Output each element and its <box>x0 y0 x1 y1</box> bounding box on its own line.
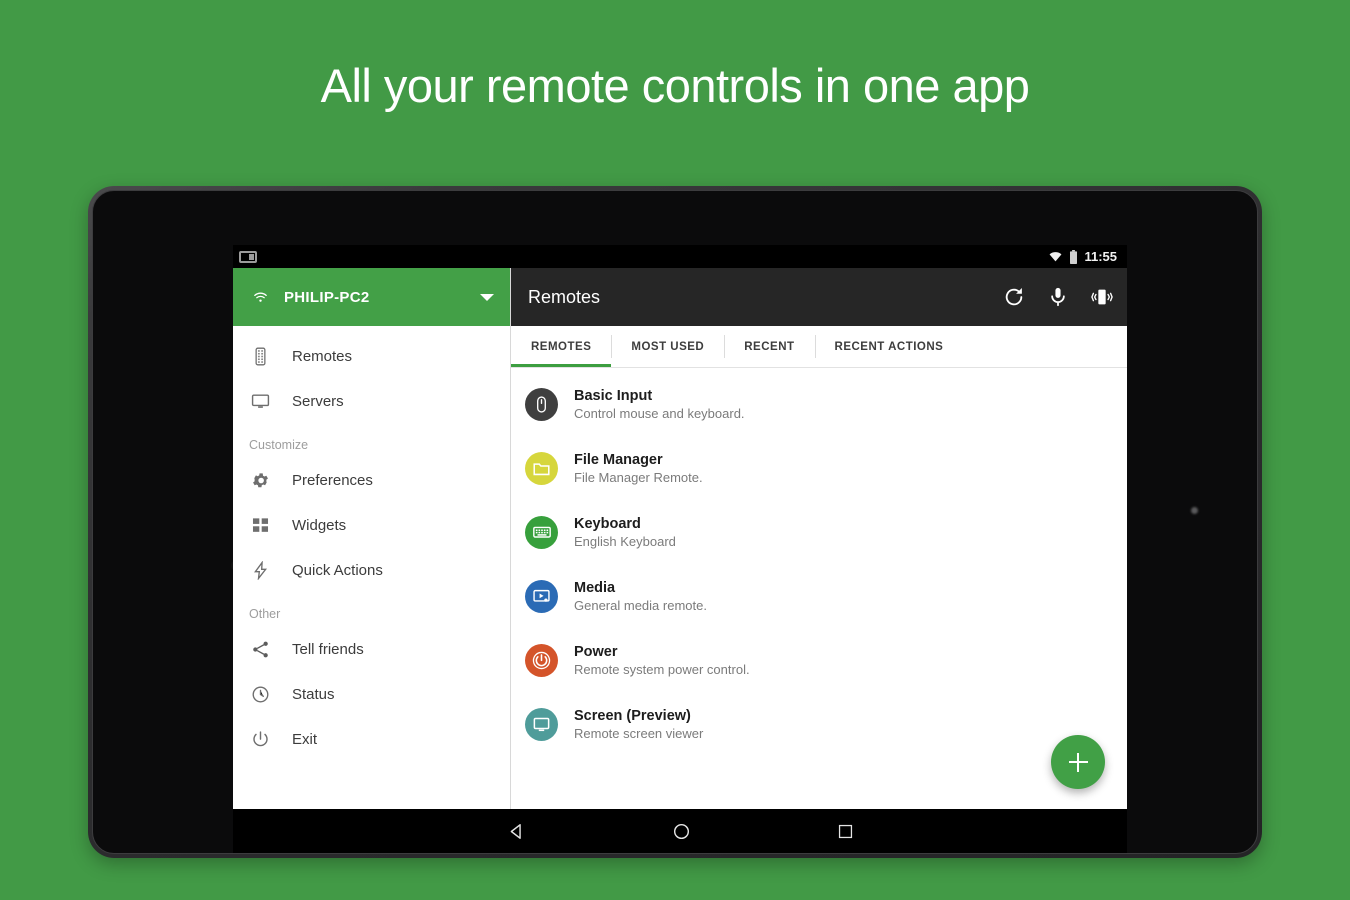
sidebar-item-tell-friends[interactable]: Tell friends <box>233 627 510 672</box>
tab-bar: REMOTES MOST USED RECENT RECENT ACTIONS <box>511 326 1127 368</box>
tab-remotes[interactable]: REMOTES <box>511 326 612 367</box>
sidebar-item-widgets[interactable]: Widgets <box>233 503 510 548</box>
sidebar-item-label: Tell friends <box>292 641 364 658</box>
list-item-subtitle: File Manager Remote. <box>574 469 703 485</box>
list-item-text: Keyboard English Keyboard <box>574 516 676 549</box>
add-icon <box>1076 752 1080 772</box>
battery-icon <box>1070 249 1078 264</box>
tab-recent-actions[interactable]: RECENT ACTIONS <box>814 326 964 367</box>
back-triangle-icon[interactable] <box>507 822 526 841</box>
tab-label: MOST USED <box>631 340 705 353</box>
screen-icon <box>525 707 558 741</box>
sidebar-item-label: Remotes <box>292 348 353 365</box>
vibrate-phone-icon[interactable] <box>1091 286 1113 308</box>
remote-control-icon <box>255 347 266 366</box>
sidebar-item-exit[interactable]: Exit <box>233 717 510 762</box>
home-circle-icon[interactable] <box>672 822 691 841</box>
app-body: PHILIP-PC2 Remotes Servers Customize Pre… <box>233 268 1127 809</box>
list-item-subtitle: Control mouse and keyboard. <box>574 405 745 421</box>
sidebar-item-label: Status <box>292 686 335 703</box>
list-item-title: Screen (Preview) <box>574 707 691 724</box>
power-icon <box>525 643 558 677</box>
add-remote-fab[interactable] <box>1051 735 1105 789</box>
folder-icon <box>525 451 558 485</box>
list-item-text: Screen (Preview) Remote screen viewer <box>574 708 703 741</box>
toolbar-title: Remotes <box>528 286 601 307</box>
tab-recent[interactable]: RECENT <box>724 326 814 367</box>
tab-label: REMOTES <box>531 340 592 353</box>
sidebar-item-label: Preferences <box>292 472 373 489</box>
list-item-title: Media <box>574 579 616 596</box>
status-bar-right: 11:55 <box>1048 249 1117 264</box>
sidebar-item-label: Widgets <box>292 517 347 534</box>
split-screen-icon <box>239 250 257 263</box>
media-icon <box>525 579 558 613</box>
list-item[interactable]: Screen (Preview) Remote screen viewer <box>511 692 1127 756</box>
list-item-subtitle: English Keyboard <box>574 533 676 549</box>
tab-most-used[interactable]: MOST USED <box>611 326 724 367</box>
sidebar-item-preferences[interactable]: Preferences <box>233 458 510 503</box>
app-toolbar: Remotes <box>511 268 1127 326</box>
keyboard-icon <box>525 515 558 549</box>
wifi-icon <box>1049 252 1062 262</box>
tab-label: RECENT <box>744 340 795 353</box>
share-icon <box>253 641 268 658</box>
sidebar-item-label: Servers <box>292 393 344 410</box>
sidebar-section-customize: Customize <box>249 438 309 452</box>
toolbar-actions <box>1003 286 1113 308</box>
drawer-item-list: Remotes Servers Customize Preferences Wi… <box>233 326 510 809</box>
navigation-drawer: PHILIP-PC2 Remotes Servers Customize Pre… <box>233 268 511 809</box>
list-item[interactable]: Power Remote system power control. <box>511 628 1127 692</box>
list-item-text: Basic Input Control mouse and keyboard. <box>574 388 745 421</box>
status-bar-clock: 11:55 <box>1084 249 1117 264</box>
gear-icon <box>253 473 268 488</box>
tablet-bezel: 11:55 PHILIP-PC2 Remotes Servers Customi… <box>92 190 1258 854</box>
clock-icon <box>252 686 269 703</box>
sidebar-item-label: Exit <box>292 731 318 748</box>
list-item[interactable]: Media General media remote. <box>511 564 1127 628</box>
list-item-subtitle: General media remote. <box>574 597 707 613</box>
sidebar-item-quick-actions[interactable]: Quick Actions <box>233 548 510 593</box>
list-item-text: File Manager File Manager Remote. <box>574 452 703 485</box>
chevron-down-icon[interactable] <box>480 293 494 301</box>
page-title: All your remote controls in one app <box>320 59 1030 112</box>
main-content: Remotes REMOTES MOST USED RECENT RECENT … <box>511 268 1127 809</box>
widgets-icon <box>252 518 269 532</box>
recents-square-icon[interactable] <box>837 823 854 840</box>
microphone-icon[interactable] <box>1047 286 1069 308</box>
power-icon <box>253 731 268 747</box>
tab-label: RECENT ACTIONS <box>834 340 944 353</box>
led-indicator-icon <box>1191 507 1198 514</box>
wifi-icon <box>254 292 267 302</box>
device-screen: 11:55 PHILIP-PC2 Remotes Servers Customi… <box>233 245 1127 809</box>
list-item[interactable]: Basic Input Control mouse and keyboard. <box>511 372 1127 436</box>
sidebar-item-servers[interactable]: Servers <box>233 379 510 424</box>
monitor-icon <box>251 394 270 408</box>
list-item-text: Power Remote system power control. <box>574 644 750 677</box>
tablet-device-frame: 11:55 PHILIP-PC2 Remotes Servers Customi… <box>88 186 1262 858</box>
sidebar-item-label: Quick Actions <box>292 562 383 579</box>
status-bar-left <box>239 250 257 263</box>
list-item-subtitle: Remote system power control. <box>574 661 750 677</box>
list-item-subtitle: Remote screen viewer <box>574 725 704 741</box>
list-item[interactable]: File Manager File Manager Remote. <box>511 436 1127 500</box>
list-item-title: Power <box>574 643 618 660</box>
drawer-header-server-selector[interactable]: PHILIP-PC2 <box>233 268 510 326</box>
list-item-title: Basic Input <box>574 387 653 404</box>
list-item-title: Keyboard <box>574 515 641 532</box>
status-bar: 11:55 <box>233 245 1127 268</box>
mouse-icon <box>525 387 558 421</box>
bolt-icon <box>254 561 268 580</box>
remotes-list: Basic Input Control mouse and keyboard. <box>511 368 1127 809</box>
refresh-icon[interactable] <box>1003 286 1025 308</box>
drawer-host-label: PHILIP-PC2 <box>284 288 370 306</box>
sidebar-section-other: Other <box>249 607 281 621</box>
list-item-text: Media General media remote. <box>574 580 707 613</box>
sidebar-item-remotes[interactable]: Remotes <box>233 334 510 379</box>
list-item[interactable]: Keyboard English Keyboard <box>511 500 1127 564</box>
list-item-title: File Manager <box>574 451 663 468</box>
sidebar-item-status[interactable]: Status <box>233 672 510 717</box>
android-nav-bar <box>233 809 1127 853</box>
